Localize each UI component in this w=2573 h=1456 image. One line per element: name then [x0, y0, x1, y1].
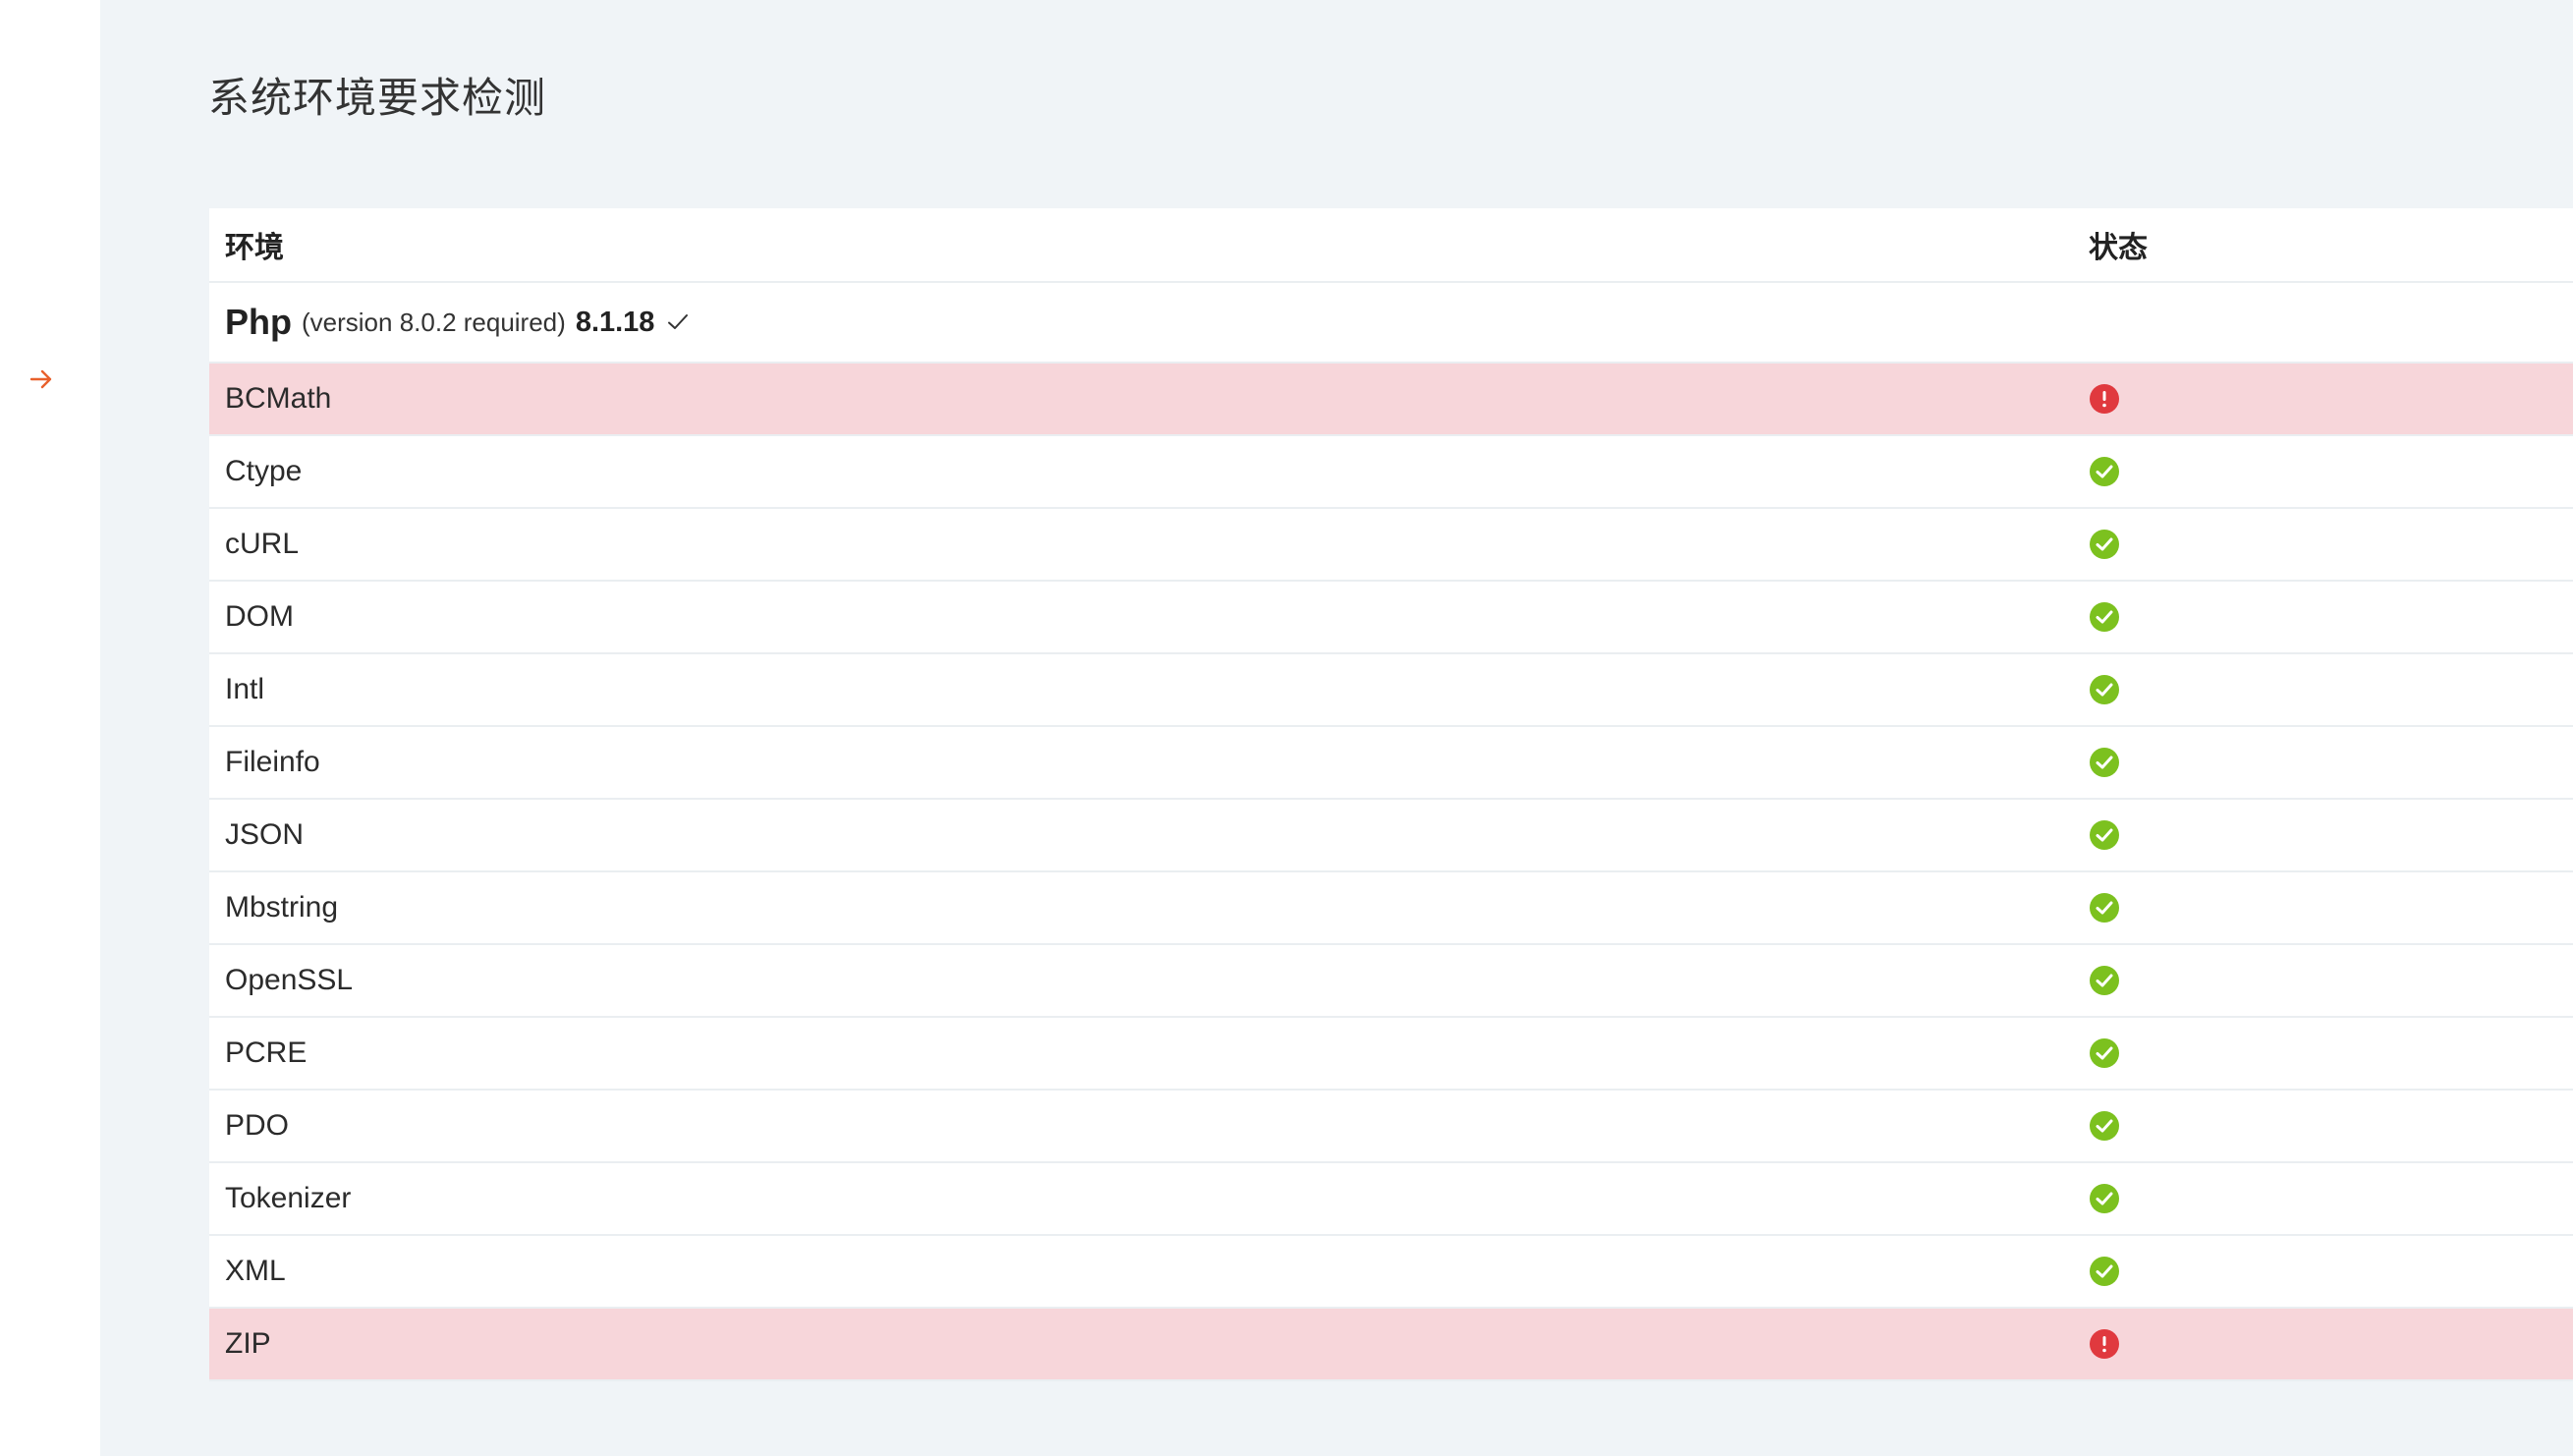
check-circle-icon: [2090, 893, 2119, 923]
header-status: 状态: [2089, 231, 2148, 265]
error-circle-icon: [2090, 384, 2119, 414]
table-row: BCMath: [209, 364, 2573, 436]
check-circle-icon: [2090, 675, 2119, 704]
table-row: cURL: [209, 509, 2573, 582]
table-row: OpenSSL: [209, 945, 2573, 1018]
check-circle-icon: [2090, 1257, 2119, 1286]
table-row: ZIP: [209, 1309, 2573, 1381]
table-row: XML: [209, 1236, 2573, 1309]
table-row: Intl: [209, 654, 2573, 727]
status-cell: [2089, 945, 2120, 1016]
extension-rows: BCMath Ctype cURL DOM Intl Fileinfo JSON Mbstri…: [209, 364, 2573, 1381]
extension-name: Intl: [225, 673, 265, 705]
arrow-right-icon[interactable]: [28, 365, 55, 393]
status-cell: [2089, 436, 2120, 507]
table-header-row: 环境 状态: [209, 208, 2573, 283]
status-cell: [2089, 582, 2120, 652]
table-row: Ctype: [209, 436, 2573, 509]
extension-name: PDO: [225, 1109, 290, 1142]
check-circle-icon: [2090, 966, 2119, 995]
php-cell: Php (version 8.0.2 required) 8.1.18: [225, 283, 690, 362]
extension-name: PCRE: [225, 1036, 308, 1069]
header-environment: 环境: [225, 231, 284, 265]
extension-name: BCMath: [225, 382, 332, 415]
check-circle-icon: [2090, 748, 2119, 777]
extension-name: DOM: [225, 600, 294, 633]
php-current-version: 8.1.18: [575, 306, 655, 338]
error-circle-icon: [2090, 1329, 2119, 1359]
check-circle-icon: [2090, 1038, 2119, 1068]
table-row: Tokenizer: [209, 1163, 2573, 1236]
extension-name: Tokenizer: [225, 1182, 352, 1214]
php-label: Php: [225, 302, 292, 342]
check-circle-icon: [2090, 602, 2119, 632]
table-row: PDO: [209, 1091, 2573, 1163]
check-circle-icon: [2090, 1184, 2119, 1213]
extension-name: Fileinfo: [225, 746, 320, 778]
php-required-version: (version 8.0.2 required): [302, 307, 566, 337]
status-cell: [2089, 872, 2120, 943]
app-frame: 系统环境要求检测 环境 状态 Php (version 8.0.2 requir…: [0, 0, 2573, 1456]
status-cell: [2089, 1309, 2120, 1379]
status-cell: [2089, 727, 2120, 798]
extension-name: OpenSSL: [225, 964, 354, 996]
extension-name: JSON: [225, 818, 305, 851]
main-content: 系统环境要求检测 环境 状态 Php (version 8.0.2 requir…: [100, 0, 2573, 1456]
status-cell: [2089, 509, 2120, 580]
status-cell: [2089, 1018, 2120, 1089]
status-cell: [2089, 800, 2120, 870]
extension-name: Mbstring: [225, 891, 339, 924]
status-cell: [2089, 654, 2120, 725]
check-circle-icon: [2090, 457, 2119, 486]
table-row: JSON: [209, 800, 2573, 872]
extension-name: ZIP: [225, 1327, 271, 1360]
page-title: 系统环境要求检测: [208, 74, 547, 122]
check-circle-icon: [2090, 1111, 2119, 1141]
check-circle-icon: [2090, 530, 2119, 559]
requirements-table: 环境 状态 Php (version 8.0.2 required) 8.1.1…: [209, 208, 2573, 1381]
table-row: Mbstring: [209, 872, 2573, 945]
status-cell: [2089, 1236, 2120, 1307]
extension-name: XML: [225, 1255, 286, 1287]
table-row: Fileinfo: [209, 727, 2573, 800]
extension-name: cURL: [225, 528, 300, 560]
table-row: DOM: [209, 582, 2573, 654]
extension-name: Ctype: [225, 455, 303, 487]
status-cell: [2089, 1163, 2120, 1234]
sidebar: [0, 0, 100, 1456]
table-row: PCRE: [209, 1018, 2573, 1091]
check-circle-icon: [2090, 820, 2119, 850]
status-cell: [2089, 364, 2120, 434]
checkmark-icon: [668, 314, 689, 329]
status-cell: [2089, 1091, 2120, 1161]
php-row: Php (version 8.0.2 required) 8.1.18: [209, 283, 2573, 364]
